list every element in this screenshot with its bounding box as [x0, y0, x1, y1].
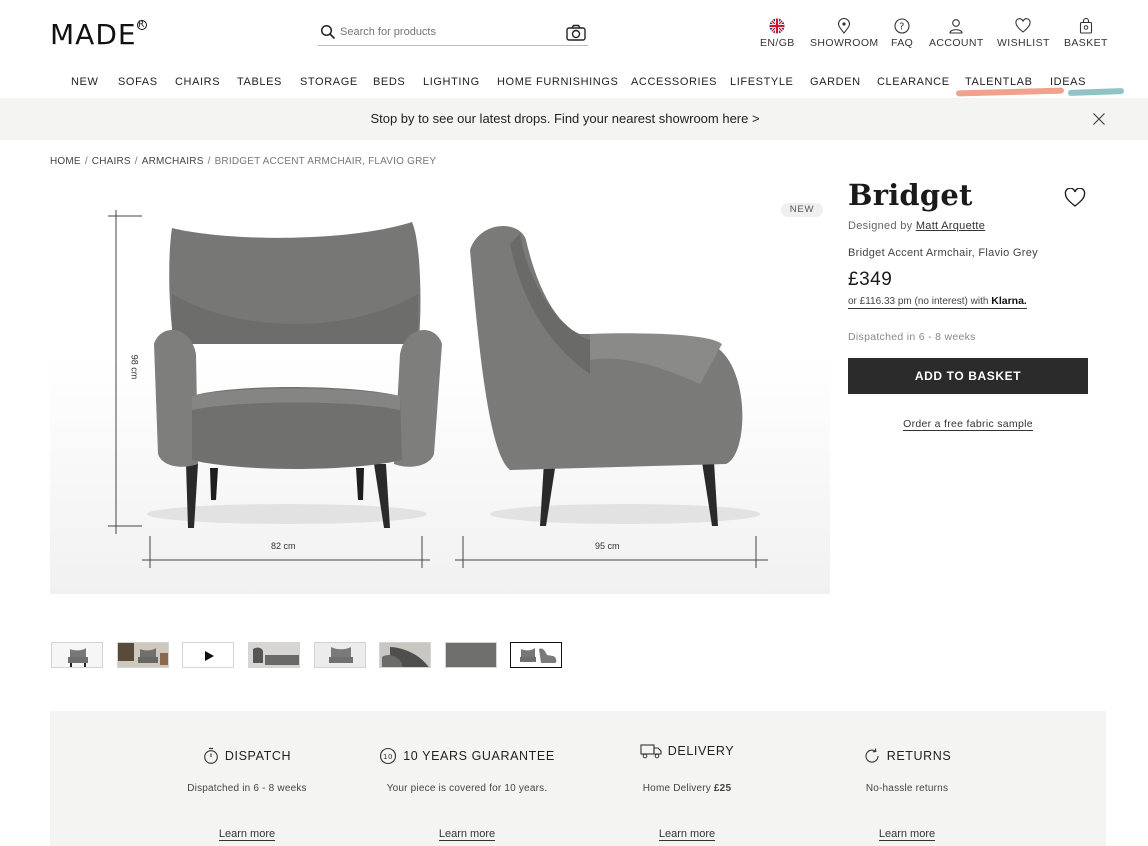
heart-icon — [1015, 18, 1031, 33]
nav-item-ideas[interactable]: IDEAS — [1050, 76, 1086, 88]
faq-link[interactable]: ? FAQ — [891, 18, 913, 49]
location-pin-icon — [838, 18, 851, 34]
height-dimension-label: 98 cm — [129, 354, 140, 380]
dispatch-time: Dispatched in 6 - 8 weeks — [848, 331, 976, 343]
ideas-underline — [1067, 88, 1125, 96]
breadcrumb-armchairs[interactable]: ARMCHAIRS — [142, 156, 204, 167]
nav-item-lifestyle[interactable]: LIFESTYLE — [730, 76, 793, 88]
wishlist-link[interactable]: WISHLIST — [997, 18, 1050, 49]
new-badge: NEW — [781, 203, 823, 217]
main-nav: NEW SOFAS CHAIRS TABLES STORAGE BEDS LIG… — [0, 74, 1148, 97]
returns-learn-more-link[interactable]: Learn more — [878, 828, 936, 841]
question-icon: ? — [894, 18, 910, 34]
service-features: DISPATCH Dispatched in 6 - 8 weeks Learn… — [50, 711, 1106, 846]
product-price: £349 — [848, 269, 893, 290]
banner-message[interactable]: Stop by to see our latest drops. Find yo… — [0, 111, 1130, 126]
nav-item-accessories[interactable]: ACCESSORIES — [631, 76, 717, 88]
product-main-image[interactable]: 98 cm 82 cm 95 cm — [50, 184, 830, 594]
nav-item-beds[interactable]: BEDS — [373, 76, 405, 88]
dispatch-learn-more-link[interactable]: Learn more — [218, 828, 276, 841]
thumbnail-1[interactable] — [51, 642, 103, 668]
search-icon[interactable] — [320, 24, 336, 40]
guarantee-learn-more-link[interactable]: Learn more — [438, 828, 496, 841]
klarna-logo: Klarna. — [991, 295, 1027, 307]
locale-switch[interactable]: EN/GB — [760, 18, 795, 49]
truck-icon — [640, 744, 662, 759]
made-logo[interactable]: MADER — [50, 18, 147, 51]
search-bar — [318, 22, 588, 46]
nav-item-chairs[interactable]: CHAIRS — [175, 76, 220, 88]
breadcrumb-home[interactable]: HOME — [50, 156, 81, 167]
product-title: Bridget — [848, 178, 973, 212]
nav-item-lighting[interactable]: LIGHTING — [423, 76, 480, 88]
user-icon — [949, 19, 963, 34]
breadcrumb-chairs[interactable]: CHAIRS — [92, 156, 131, 167]
thumbnail-8-selected[interactable] — [510, 642, 562, 668]
nav-item-sofas[interactable]: SOFAS — [118, 76, 158, 88]
designer-link[interactable]: Matt Arquette — [916, 220, 985, 232]
ten-badge-icon: 10 — [380, 747, 397, 765]
thumbnail-5[interactable] — [314, 642, 366, 668]
svg-text:?: ? — [899, 22, 905, 33]
stopwatch-icon — [204, 747, 218, 764]
armchair-illustration — [108, 210, 768, 568]
promo-banner: Stop by to see our latest drops. Find yo… — [0, 98, 1148, 140]
basket-link[interactable]: BASKET — [1064, 18, 1108, 49]
nav-item-storage[interactable]: STORAGE — [300, 76, 358, 88]
product-full-name: Bridget Accent Armchair, Flavio Grey — [848, 247, 1038, 259]
thumbnail-7[interactable] — [445, 642, 497, 668]
fabric-sample-link[interactable]: Order a free fabric sample — [903, 418, 1033, 431]
klarna-financing-link[interactable]: or £116.33 pm (no interest) with Klarna. — [848, 295, 1027, 309]
nav-item-tables[interactable]: TABLES — [237, 76, 282, 88]
bag-icon — [1079, 18, 1092, 34]
account-link[interactable]: ACCOUNT — [929, 18, 984, 49]
play-icon — [205, 651, 214, 661]
delivery-learn-more-link[interactable]: Learn more — [658, 828, 716, 841]
designer-credit: Designed by Matt Arquette — [848, 220, 986, 232]
search-input[interactable] — [340, 26, 555, 38]
uk-flag-icon — [769, 18, 785, 34]
width-dimension-label: 82 cm — [271, 541, 296, 551]
nav-item-new[interactable]: NEW — [71, 76, 98, 88]
nav-item-garden[interactable]: GARDEN — [810, 76, 861, 88]
breadcrumb-current: BRIDGET ACCENT ARMCHAIR, FLAVIO GREY — [214, 156, 437, 167]
wishlist-heart-icon[interactable] — [1064, 188, 1086, 208]
talentlab-underline — [955, 87, 1065, 97]
thumbnail-video[interactable] — [182, 642, 234, 668]
refresh-icon — [865, 748, 879, 763]
nav-item-talentlab[interactable]: TALENTLAB — [965, 76, 1033, 88]
thumbnail-4[interactable] — [248, 642, 300, 668]
svg-text:10: 10 — [383, 753, 393, 761]
thumbnail-2[interactable] — [117, 642, 169, 668]
close-icon[interactable] — [1092, 112, 1106, 126]
showroom-link[interactable]: SHOWROOM — [810, 18, 879, 49]
thumbnail-6[interactable] — [379, 642, 431, 668]
nav-item-clearance[interactable]: CLEARANCE — [877, 76, 950, 88]
depth-dimension-label: 95 cm — [595, 541, 620, 551]
nav-item-home-furnishings[interactable]: HOME FURNISHINGS — [497, 76, 618, 88]
camera-icon[interactable] — [566, 24, 586, 42]
breadcrumb: HOME / CHAIRS / ARMCHAIRS / BRIDGET ACCENT ARM… — [50, 156, 437, 167]
add-to-basket-button[interactable]: ADD TO BASKET — [848, 358, 1088, 394]
